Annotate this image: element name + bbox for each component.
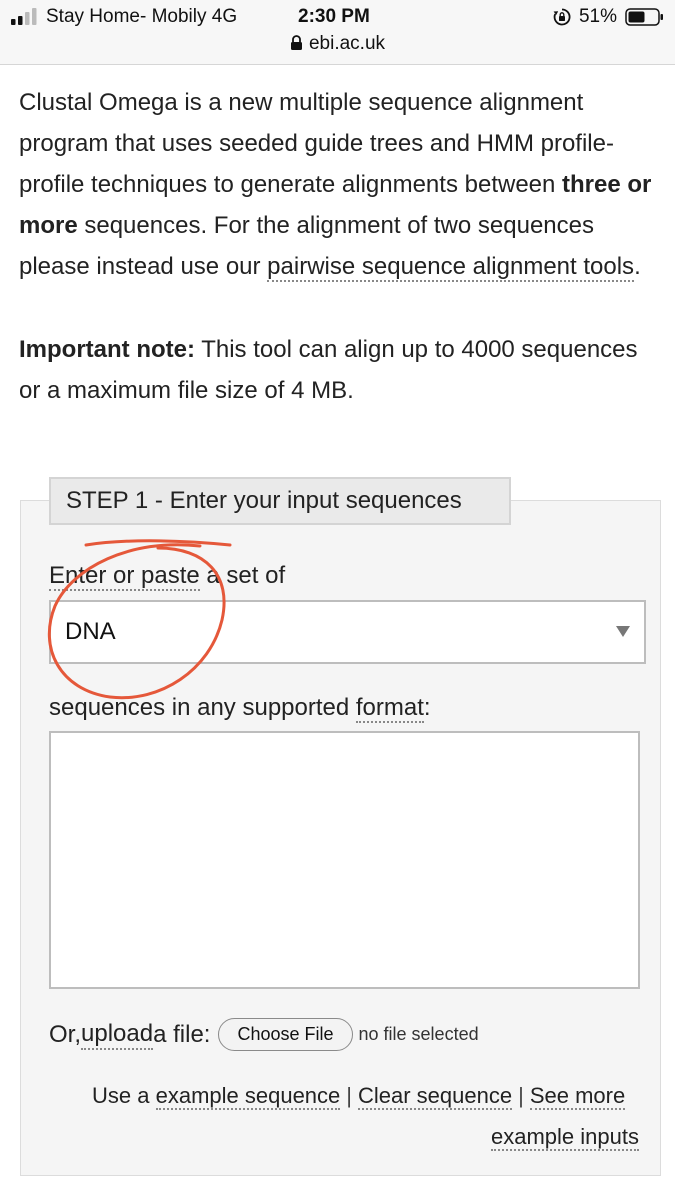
orientation-lock-icon (553, 8, 571, 26)
file-text: a file: (153, 1020, 211, 1048)
sequence-type-select[interactable]: DNA (49, 600, 646, 664)
example-inputs-link[interactable]: example inputs (491, 1124, 639, 1151)
upload-row: Or, upload a file: Choose File no file s… (49, 1018, 479, 1051)
enter-label: Enter or paste a set of (49, 562, 286, 591)
sequences-label: sequences in any supported format: (49, 694, 431, 723)
pairwise-tools-link[interactable]: pairwise sequence alignment tools (267, 253, 635, 282)
example-links-row-2: example inputs (491, 1124, 639, 1151)
select-value: DNA (65, 618, 116, 645)
intro-text: Clustal Omega is a new multiple sequence… (19, 89, 614, 198)
clock: 2:30 PM (298, 6, 370, 27)
enter-rest: a set of (199, 562, 286, 589)
battery-percent: 51% (578, 6, 617, 27)
step1-title: STEP 1 - Enter your input sequences (49, 477, 511, 525)
upload-link[interactable]: upload (81, 1020, 154, 1050)
dropdown-arrow-icon (616, 626, 630, 637)
signal-icon (11, 8, 37, 25)
sequence-input[interactable] (49, 731, 640, 989)
intro-period: . (634, 253, 641, 280)
separator: | (346, 1083, 352, 1108)
format-link[interactable]: format (355, 694, 424, 723)
carrier-label: Stay Home- Mobily 4G (46, 6, 238, 27)
see-more-link[interactable]: See more (529, 1083, 626, 1110)
sequences-colon: : (423, 694, 431, 721)
address-bar[interactable]: ebi.ac.uk (0, 33, 675, 55)
page-content: Clustal Omega is a new multiple sequence… (19, 82, 659, 411)
intro-paragraph: Clustal Omega is a new multiple sequence… (19, 82, 659, 287)
padlock-icon (290, 35, 302, 50)
example-sequence-link[interactable]: example sequence (155, 1083, 341, 1110)
separator: | (518, 1083, 524, 1108)
sequences-text: sequences in any supported (49, 694, 356, 721)
or-text: Or, (49, 1020, 82, 1048)
no-file-label: no file selected (358, 1024, 479, 1044)
status-right: 51% (553, 6, 665, 28)
battery-icon (625, 8, 663, 26)
example-links-row: Use a example sequence | Clear sequence | Se… (92, 1083, 626, 1110)
important-note: Important note: This tool can align up t… (19, 329, 659, 411)
status-bar: Stay Home- Mobily 4G 2:30 PM 51% ebi.ac.… (0, 0, 675, 65)
enter-or-paste-link[interactable]: Enter or paste (49, 562, 200, 591)
note-label: Important note: (19, 336, 195, 363)
url-text: ebi.ac.uk (308, 33, 386, 54)
choose-file-button[interactable]: Choose File (218, 1018, 353, 1051)
use-a-text: Use a (92, 1083, 156, 1108)
clear-sequence-link[interactable]: Clear sequence (358, 1083, 513, 1110)
